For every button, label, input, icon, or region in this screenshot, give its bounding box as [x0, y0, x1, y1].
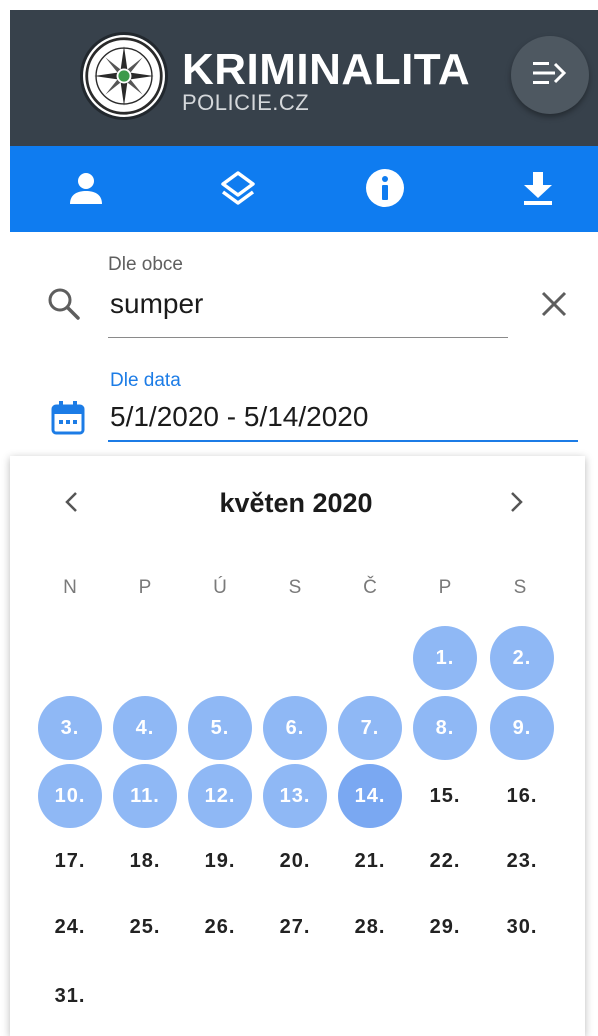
- calendar-day[interactable]: 5.: [188, 696, 252, 760]
- calendar-day[interactable]: 28.: [338, 895, 402, 959]
- download-icon: [522, 170, 554, 211]
- calendar-day[interactable]: 22.: [413, 829, 477, 893]
- weekday-label: S: [513, 577, 527, 598]
- info-icon: [365, 168, 405, 213]
- calendar-day[interactable]: 17.: [38, 829, 102, 893]
- weekday-label: S: [288, 577, 302, 598]
- date-underline: [108, 440, 578, 442]
- weekday-label: P: [438, 577, 452, 598]
- weekday-label: Č: [363, 577, 377, 598]
- calendar-day[interactable]: 27.: [263, 895, 327, 959]
- calendar-day[interactable]: 25.: [113, 895, 177, 959]
- app-header: KRIMINALITA POLICIE.CZ: [10, 10, 598, 146]
- calendar-day[interactable]: 4.: [113, 696, 177, 760]
- calendar-day[interactable]: 24.: [38, 895, 102, 959]
- calendar-day[interactable]: 30.: [490, 895, 554, 959]
- calendar-day[interactable]: 2.: [490, 626, 554, 690]
- calendar-day[interactable]: 16.: [490, 764, 554, 828]
- person-icon: [68, 170, 104, 211]
- calendar-day[interactable]: 1.: [413, 626, 477, 690]
- toolbar-person-button[interactable]: [64, 168, 108, 212]
- chevron-left-icon: [62, 490, 82, 519]
- weekday-label: P: [138, 577, 152, 598]
- month-title: květen 2020: [219, 488, 373, 518]
- calendar-day[interactable]: 13.: [263, 764, 327, 828]
- chevron-right-icon: [506, 490, 526, 519]
- police-badge-icon: [80, 32, 168, 120]
- calendar-day[interactable]: 7.: [338, 696, 402, 760]
- calendar-day[interactable]: 19.: [188, 829, 252, 893]
- calendar-day[interactable]: 14.: [338, 764, 402, 828]
- search-label: Dle obce: [108, 254, 183, 275]
- app-title: KRIMINALITA: [182, 45, 471, 94]
- calendar-day[interactable]: 11.: [113, 764, 177, 828]
- weekday-label: Ú: [213, 577, 227, 598]
- calendar-icon: [50, 400, 86, 436]
- weekday-label: N: [63, 577, 77, 598]
- close-icon[interactable]: [538, 288, 570, 320]
- search-icon: [46, 286, 82, 322]
- calendar-day[interactable]: 6.: [263, 696, 327, 760]
- calendar-day[interactable]: 12.: [188, 764, 252, 828]
- toolbar-download-button[interactable]: [516, 168, 560, 212]
- calendar-day[interactable]: 8.: [413, 696, 477, 760]
- collapse-menu-button[interactable]: [511, 36, 589, 114]
- calendar-day[interactable]: 9.: [490, 696, 554, 760]
- layers-icon: [219, 169, 257, 212]
- toolbar-layers-button[interactable]: [216, 168, 260, 212]
- calendar-day[interactable]: 3.: [38, 696, 102, 760]
- search-input[interactable]: sumper: [110, 287, 203, 321]
- calendar-day[interactable]: 21.: [338, 829, 402, 893]
- calendar-day[interactable]: 10.: [38, 764, 102, 828]
- calendar-day[interactable]: 29.: [413, 895, 477, 959]
- calendar-day[interactable]: 23.: [490, 829, 554, 893]
- next-month-button[interactable]: [496, 484, 536, 524]
- calendar-day[interactable]: 20.: [263, 829, 327, 893]
- search-underline: [108, 337, 508, 338]
- collapse-menu-icon: [533, 59, 567, 92]
- calendar-day[interactable]: 15.: [413, 764, 477, 828]
- date-label: Dle data: [110, 370, 181, 391]
- toolbar: [10, 146, 598, 232]
- calendar-day[interactable]: 31.: [38, 964, 102, 1028]
- date-range-input[interactable]: 5/1/2020 - 5/14/2020: [110, 400, 368, 434]
- calendar-day[interactable]: 26.: [188, 895, 252, 959]
- previous-month-button[interactable]: [52, 484, 92, 524]
- calendar-day[interactable]: 18.: [113, 829, 177, 893]
- app-subtitle: POLICIE.CZ: [182, 90, 310, 115]
- toolbar-info-button[interactable]: [363, 168, 407, 212]
